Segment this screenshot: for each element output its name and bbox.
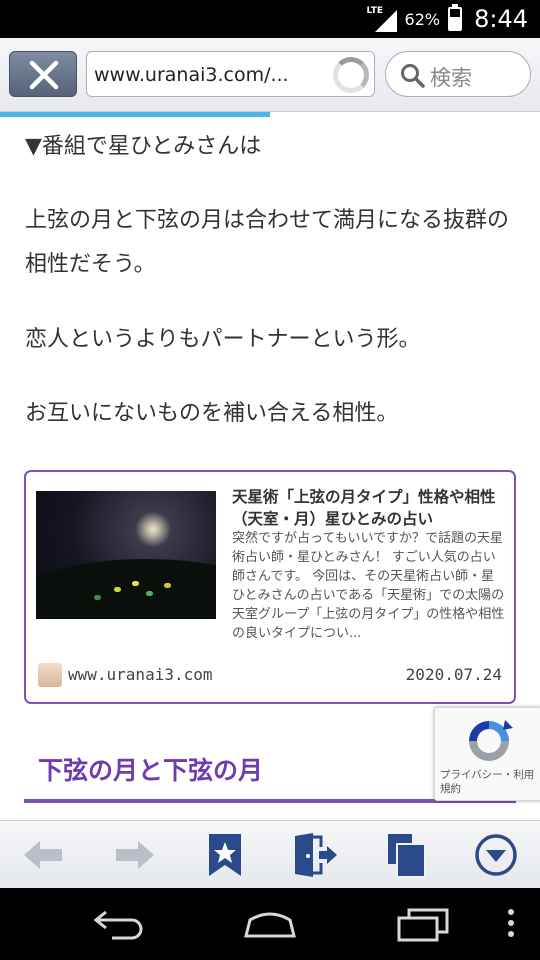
bookmark-button[interactable] [201, 831, 249, 879]
card-title[interactable]: 天星術「上弦の月タイプ」性格や相性（天室・月）星ひとみの占い [232, 486, 507, 530]
bookmark-star-icon [209, 834, 241, 876]
menu-down-icon [475, 834, 517, 876]
forward-button[interactable] [110, 831, 158, 879]
recaptcha-badge[interactable]: プライバシー・利用規約 [434, 707, 540, 801]
search-icon [401, 64, 425, 88]
browser-bottom-bar [0, 820, 540, 888]
page-content[interactable]: ▼番組で星ひとみさんは 上弦の月と下弦の月は合わせて満月になる抜群の相性だそう。… [0, 117, 540, 820]
exit-button[interactable] [291, 831, 339, 879]
close-icon [29, 60, 59, 90]
status-bar: LTE 62% 8:44 [0, 0, 540, 38]
tabs-button[interactable] [382, 831, 430, 879]
system-home-icon[interactable] [240, 906, 300, 942]
card-description: 突然ですが占ってもいいですか？で話題の天星術占い師・星ひとみさん！ すごい人気の… [232, 531, 505, 641]
battery-percent: 62% [404, 9, 441, 29]
recaptcha-text[interactable]: プライバシー・利用規約 [440, 768, 540, 796]
card-domain: www.uranai3.com [68, 665, 213, 684]
close-button[interactable] [9, 51, 77, 97]
system-back-icon[interactable] [92, 906, 148, 942]
link-card[interactable]: 天星術「上弦の月タイプ」性格や相性（天室・月）星ひとみの占い 突然ですが占っても… [24, 470, 516, 704]
system-menu-icon[interactable] [505, 906, 517, 942]
clock: 8:44 [474, 5, 528, 33]
browser-toolbar: www.uranai3.com/... 検索 [0, 38, 540, 112]
battery-icon [448, 4, 463, 31]
recaptcha-icon [469, 720, 513, 761]
url-field[interactable]: www.uranai3.com/... [86, 51, 375, 97]
article-paragraph: お互いにないものを補い合える相性。 [25, 401, 399, 426]
card-thumbnail [36, 491, 216, 619]
reload-spinner-icon[interactable] [333, 57, 369, 93]
signal-icon: LTE [367, 6, 397, 32]
tabs-icon [388, 834, 426, 878]
system-recents-icon[interactable] [393, 906, 453, 942]
article-paragraph: ▼番組で星ひとみさんは [25, 134, 262, 159]
menu-button[interactable] [472, 831, 520, 879]
back-arrow-icon [24, 841, 62, 869]
search-button[interactable]: 検索 [385, 51, 531, 97]
section-heading-text: 下弦の月と下弦の月 [38, 756, 264, 785]
card-date: 2020.07.24 [405, 665, 502, 684]
search-label: 検索 [430, 66, 472, 90]
forward-arrow-icon [116, 841, 154, 869]
exit-door-icon [295, 833, 337, 877]
system-nav-bar [0, 888, 540, 960]
article-paragraph: 恋人というよりもパートナーという形。 [25, 327, 421, 352]
back-button[interactable] [20, 831, 68, 879]
site-favicon [38, 663, 62, 687]
url-text: www.uranai3.com/... [94, 64, 289, 86]
article-paragraph: 上弦の月と下弦の月は合わせて満月になる抜群の相性だそう。 [25, 208, 510, 277]
status-icons: LTE 62% 8:44 [367, 0, 528, 38]
